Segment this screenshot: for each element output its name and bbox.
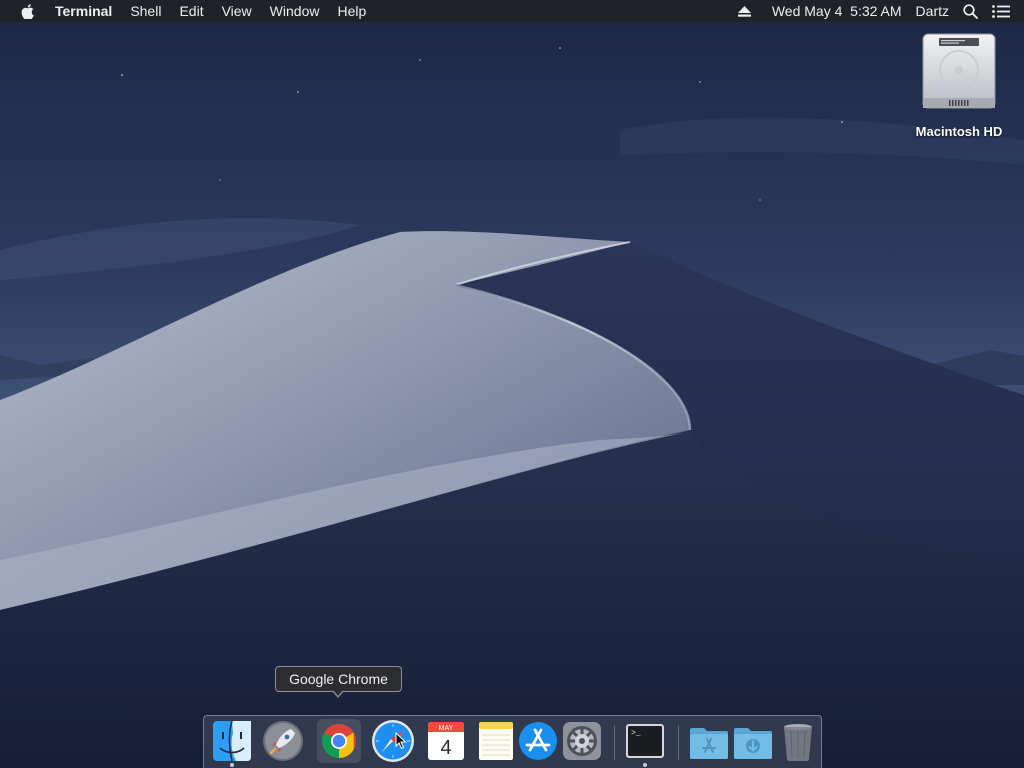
- dock-item-calendar[interactable]: MAY 4: [424, 719, 468, 763]
- dock-item-safari[interactable]: [371, 719, 415, 763]
- menu-edit[interactable]: Edit: [170, 0, 212, 22]
- menu-shell[interactable]: Shell: [121, 0, 170, 22]
- desktop-wallpaper[interactable]: [0, 0, 1024, 768]
- dock: MAY 4 >_: [203, 715, 822, 768]
- trash-icon: [784, 724, 812, 761]
- finder-icon: [213, 720, 251, 762]
- dock-item-app-store[interactable]: [516, 719, 560, 763]
- dock-item-downloads[interactable]: [731, 719, 775, 763]
- spotlight-search-icon[interactable]: [956, 3, 985, 19]
- dock-item-trash[interactable]: [776, 719, 820, 763]
- calendar-month: MAY: [439, 725, 454, 732]
- eject-icon[interactable]: [731, 5, 765, 17]
- menu-view[interactable]: View: [213, 0, 261, 22]
- dock-item-applications[interactable]: [687, 719, 731, 763]
- downloads-folder-icon: [734, 728, 772, 759]
- hard-drive-icon: [922, 33, 996, 109]
- notification-center-icon[interactable]: [985, 4, 1024, 18]
- dock-item-terminal[interactable]: >_: [623, 719, 667, 763]
- desktop-icon-macintosh-hd[interactable]: Macintosh HD: [908, 30, 1010, 139]
- chrome-icon: [317, 719, 361, 763]
- mouse-cursor-icon: [395, 732, 407, 750]
- menu-window[interactable]: Window: [261, 0, 329, 22]
- menu-help[interactable]: Help: [328, 0, 375, 22]
- dock-tooltip: Google Chrome: [275, 666, 402, 698]
- menubar-user[interactable]: Dartz: [909, 0, 956, 22]
- terminal-icon: >_: [626, 724, 664, 758]
- notes-icon: [479, 722, 513, 760]
- dock-tooltip-text: Google Chrome: [289, 671, 388, 687]
- calendar-day: 4: [440, 737, 451, 759]
- dock-separator: [678, 726, 679, 760]
- dock-separator: [614, 726, 615, 760]
- desktop-icon-label: Macintosh HD: [915, 124, 1003, 139]
- menu-bar: Terminal Shell Edit View Window Help Wed…: [0, 0, 1024, 22]
- menubar-clock[interactable]: Wed May 4 5:32 AM: [765, 0, 909, 22]
- app-store-icon: [519, 722, 557, 760]
- dock-item-system-preferences[interactable]: [560, 719, 604, 763]
- launchpad-icon: [263, 721, 303, 761]
- dock-item-launchpad[interactable]: [261, 719, 305, 763]
- running-indicator-finder: [230, 763, 234, 767]
- applications-folder-icon: [690, 728, 728, 759]
- svg-text:>_: >_: [631, 729, 641, 738]
- calendar-icon: MAY 4: [428, 722, 464, 760]
- dock-item-chrome[interactable]: [317, 719, 361, 763]
- safari-icon: [372, 720, 414, 762]
- tooltip-arrow-fill: [333, 690, 343, 696]
- system-preferences-icon: [563, 722, 601, 760]
- menu-app-name[interactable]: Terminal: [55, 0, 121, 22]
- dock-item-finder[interactable]: [210, 719, 254, 763]
- apple-menu-icon[interactable]: [0, 0, 55, 22]
- dock-item-notes[interactable]: [474, 719, 518, 763]
- running-indicator-terminal: [643, 763, 647, 767]
